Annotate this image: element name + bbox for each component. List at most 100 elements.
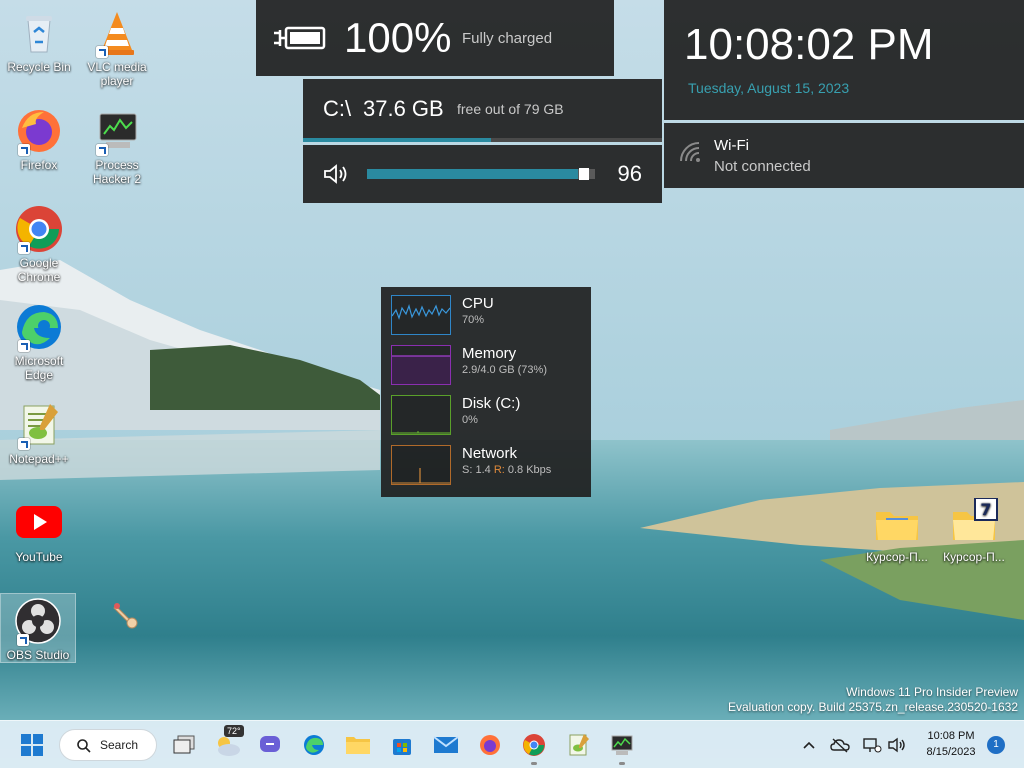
volume-thumb[interactable]	[579, 168, 589, 180]
icon-label: Process Hacker 2	[92, 158, 142, 186]
youtube-shortcut[interactable]: YouTube	[2, 498, 76, 564]
battery-status: Fully charged	[462, 30, 553, 47]
chrome-icon	[14, 204, 64, 254]
youtube-icon	[14, 498, 64, 548]
tray-time: 10:08 PM	[927, 730, 975, 742]
task-view-button[interactable]	[168, 729, 200, 761]
chat-icon	[260, 736, 280, 752]
battery-charging-icon	[272, 22, 328, 59]
perf-value: 0%	[462, 414, 478, 426]
onedrive-button[interactable]	[826, 729, 854, 761]
store-icon	[393, 739, 411, 755]
folder-shortcut-2[interactable]: 7 Курсор-П...	[937, 497, 1011, 564]
wifi-icon	[678, 141, 704, 170]
folder-icon: 7	[949, 497, 999, 548]
perf-cpu[interactable]: CPU 70%	[381, 287, 591, 337]
perf-title: CPU	[462, 295, 494, 312]
obs-shortcut[interactable]: OBS Studio	[0, 593, 76, 663]
firefox-icon	[480, 735, 500, 755]
search-label: Search	[100, 738, 139, 752]
notification-badge[interactable]: 1	[987, 736, 1005, 754]
perf-network[interactable]: Network S: 1.4 R: 0.8 Kbps	[381, 437, 591, 487]
recycle-bin-icon	[14, 8, 64, 58]
process-hacker-shortcut[interactable]: Process Hacker 2	[80, 106, 154, 186]
speaker-icon	[888, 737, 905, 753]
volume-slider[interactable]	[367, 168, 595, 180]
network-status-button[interactable]	[858, 729, 886, 761]
notepadpp-shortcut[interactable]: Notepad++	[2, 400, 76, 466]
clock-widget[interactable]: 10:08:02 PM Tuesday, August 15, 2023	[664, 0, 1024, 120]
widgets-weather-button[interactable]: 72°	[212, 725, 244, 761]
desktop[interactable]: Recycle Bin VLC media player Firefox Pro…	[0, 0, 1024, 768]
speaker-icon[interactable]	[323, 163, 351, 190]
mail-button[interactable]	[430, 729, 462, 761]
svg-text:7: 7	[980, 500, 991, 519]
weather-temp: 72°	[224, 725, 244, 737]
process-hacker-taskbar-button[interactable]	[606, 729, 638, 765]
disk-capacity: free out of 79 GB	[457, 101, 564, 117]
wifi-name: Wi-Fi	[714, 137, 749, 154]
file-explorer-button[interactable]	[342, 729, 374, 761]
edge-shortcut[interactable]: Microsoft Edge	[2, 302, 76, 382]
vlc-icon	[92, 8, 142, 58]
edge-icon	[304, 735, 324, 755]
tray-clock[interactable]: 10:08 PM 8/15/2023	[916, 728, 986, 760]
task-view-icon	[173, 735, 195, 754]
perf-value: S: 1.4 R: 0.8 Kbps	[462, 464, 551, 476]
battery-widget[interactable]: 100% Fully charged	[256, 0, 614, 76]
edge-taskbar-button[interactable]	[298, 729, 330, 761]
perf-disk[interactable]: Disk (C:) 0%	[381, 387, 591, 437]
disk-free-space: 37.6 GB	[363, 96, 444, 121]
microsoft-store-button[interactable]	[386, 729, 418, 761]
perf-value: 70%	[462, 314, 485, 326]
volume-value: 96	[617, 161, 642, 186]
performance-widget[interactable]: CPU 70% Memory 2.9/4.0 GB (73%) Disk (C:…	[381, 287, 591, 497]
network-receive: 0.8 Kbps	[507, 464, 552, 476]
mail-icon	[433, 736, 459, 753]
folder-icon	[872, 498, 922, 548]
disk-graph	[391, 395, 451, 435]
volume-widget[interactable]: 96	[303, 145, 662, 203]
icon-label: Notepad++	[9, 452, 69, 466]
battery-percent: 100%	[344, 14, 452, 61]
teams-chat-button[interactable]	[254, 729, 286, 761]
chrome-taskbar-button[interactable]	[518, 729, 550, 765]
perf-title: Network	[462, 445, 518, 462]
disk-drive-letter: C:\	[323, 96, 352, 121]
chevron-up-icon	[803, 741, 815, 749]
icon-label: Microsoft Edge	[14, 354, 64, 382]
icon-label: YouTube	[15, 550, 63, 564]
desktop-pet-icon[interactable]	[110, 600, 142, 632]
show-hidden-icons-button[interactable]	[796, 729, 822, 761]
clock-time: 10:08:02 PM	[684, 20, 934, 69]
recycle-bin-shortcut[interactable]: Recycle Bin	[2, 8, 76, 74]
disk-widget[interactable]: C:\ 37.6 GB free out of 79 GB	[303, 79, 662, 142]
edge-icon	[14, 302, 64, 352]
taskbar-search[interactable]: Search	[59, 729, 157, 761]
perf-memory[interactable]: Memory 2.9/4.0 GB (73%)	[381, 337, 591, 387]
wifi-widget[interactable]: Wi-Fi Not connected	[664, 123, 1024, 188]
running-indicator	[531, 762, 537, 765]
vlc-shortcut[interactable]: VLC media player	[80, 8, 154, 88]
search-icon	[77, 739, 91, 753]
firefox-taskbar-button[interactable]	[474, 729, 506, 761]
network-send: S: 1.4	[462, 464, 491, 476]
clock-date: Tuesday, August 15, 2023	[688, 80, 850, 96]
start-button[interactable]	[16, 729, 48, 761]
process-hacker-icon	[92, 106, 142, 156]
folder-icon	[346, 737, 370, 754]
perf-value: 2.9/4.0 GB (73%)	[462, 364, 547, 376]
notepadpp-icon	[14, 400, 64, 450]
chrome-shortcut[interactable]: Google Chrome	[2, 204, 76, 284]
wifi-status: Not connected	[714, 158, 811, 175]
notepadpp-taskbar-button[interactable]	[562, 729, 594, 761]
folder-shortcut-1[interactable]: Курсор-П...	[860, 498, 934, 564]
perf-title: Disk (C:)	[462, 395, 521, 412]
icon-label: VLC media player	[87, 60, 147, 88]
network-icon	[863, 738, 882, 753]
network-graph	[391, 445, 451, 485]
firefox-shortcut[interactable]: Firefox	[2, 106, 76, 172]
evaluation-watermark: Windows 11 Pro Insider Preview Evaluatio…	[728, 685, 1018, 715]
firefox-icon	[14, 106, 64, 156]
volume-tray-button[interactable]	[884, 729, 912, 761]
